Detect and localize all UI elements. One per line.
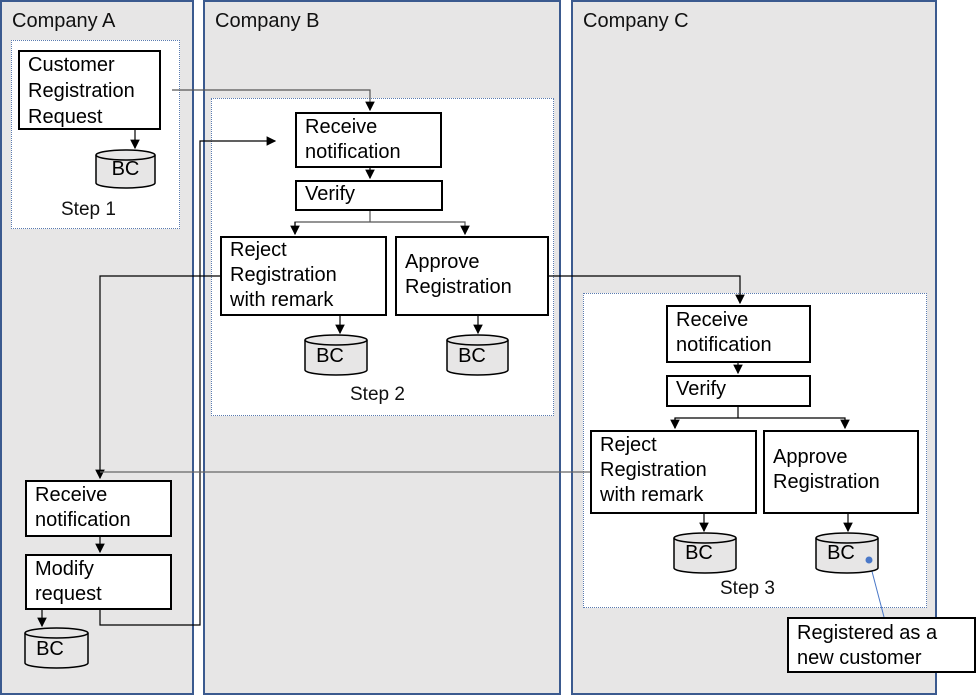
receive-notification-a: Receive notification bbox=[25, 480, 172, 537]
approve-registration-b: Approve Registration bbox=[395, 236, 549, 316]
bc-label: BC bbox=[36, 638, 64, 660]
connector bbox=[294, 210, 465, 234]
step-label: Step 2 bbox=[350, 384, 405, 405]
bc-label: BC bbox=[685, 542, 713, 564]
reject-registration-b: Reject Registration with remark bbox=[220, 236, 387, 316]
connector bbox=[172, 89, 375, 112]
reject-registration-c: Reject Registration with remark bbox=[590, 430, 757, 514]
verify-b: Verify bbox=[295, 180, 443, 211]
connector bbox=[99, 136, 277, 626]
approve-registration-c: Approve Registration bbox=[763, 430, 919, 514]
bc-label: BC bbox=[111, 158, 140, 180]
modify-request: Modify request bbox=[25, 554, 172, 610]
verify-c: Verify bbox=[666, 375, 811, 407]
receive-notification-c: Receive notification bbox=[666, 305, 811, 363]
connector bbox=[95, 275, 220, 480]
bc-label: BC bbox=[458, 345, 486, 367]
customer-registration-request: Customer Registration Request bbox=[18, 50, 161, 130]
step-label: Step 3 bbox=[720, 578, 775, 599]
step-label: Step 1 bbox=[61, 199, 116, 220]
connector bbox=[674, 406, 845, 428]
callout-registered-new-customer: Registered as a new customer bbox=[787, 617, 976, 673]
bc-label: BC bbox=[827, 542, 855, 564]
bc-label: BC bbox=[316, 345, 344, 367]
connector bbox=[548, 275, 745, 305]
receive-notification-b: Receive notification bbox=[295, 112, 442, 168]
